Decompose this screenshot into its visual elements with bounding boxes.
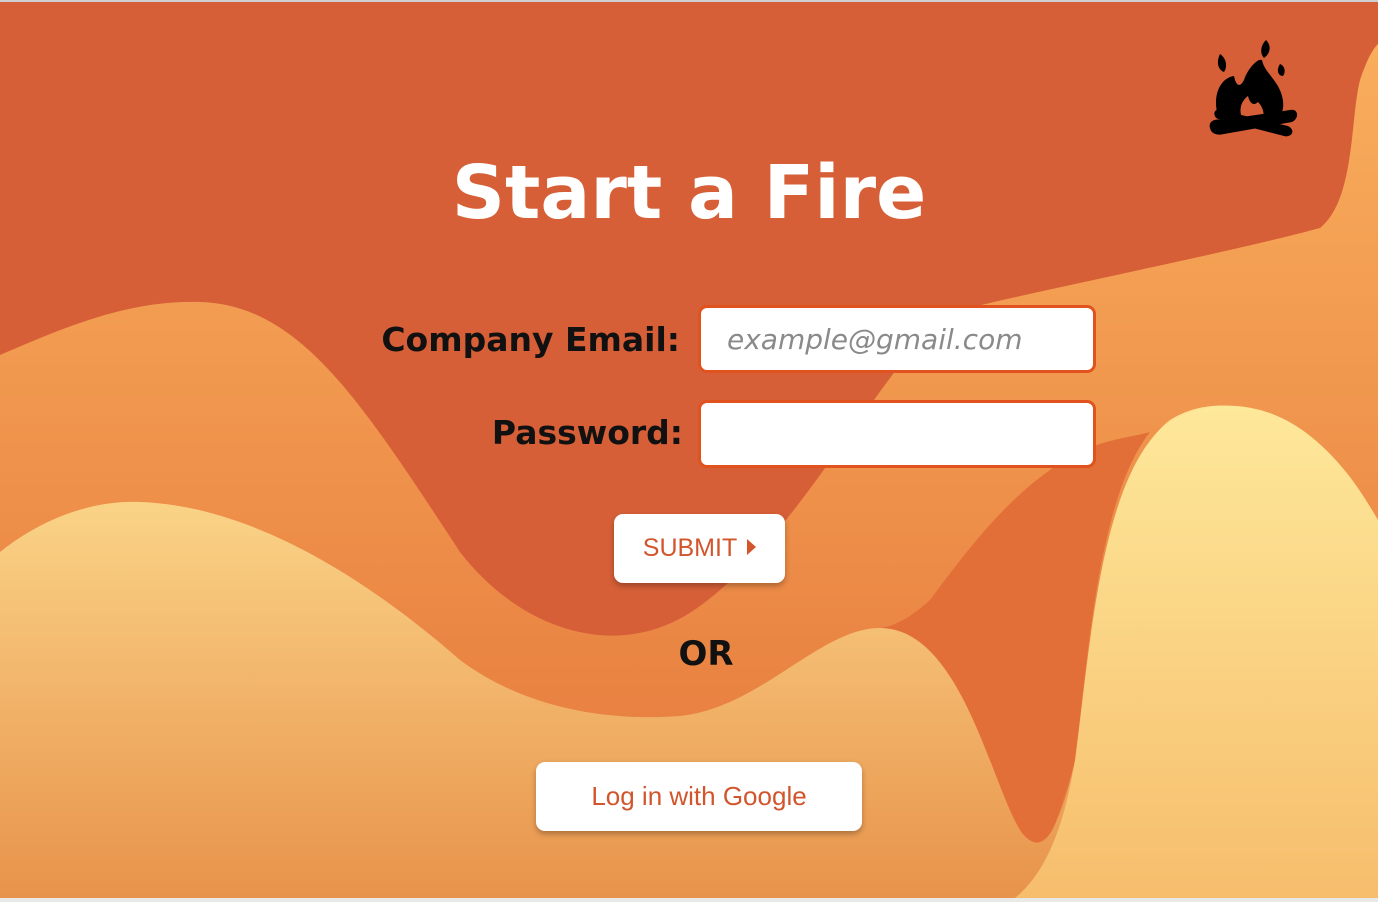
email-label: Company Email: (381, 320, 680, 359)
or-divider: OR (678, 634, 734, 674)
campfire-icon[interactable] (1206, 36, 1298, 138)
login-page: Start a Fire Company Email: Password: SU… (0, 0, 1378, 902)
password-label: Password: (491, 413, 683, 452)
submit-button-label: SUBMIT (642, 534, 738, 562)
caret-right-icon (747, 539, 757, 556)
google-login-label: Log in with Google (591, 781, 807, 811)
page-title: Start a Fire (451, 150, 927, 236)
google-login-button[interactable]: Log in with Google (536, 762, 862, 831)
password-field[interactable] (698, 400, 1096, 468)
submit-button[interactable]: SUBMIT (614, 514, 785, 583)
email-field[interactable] (698, 305, 1096, 373)
